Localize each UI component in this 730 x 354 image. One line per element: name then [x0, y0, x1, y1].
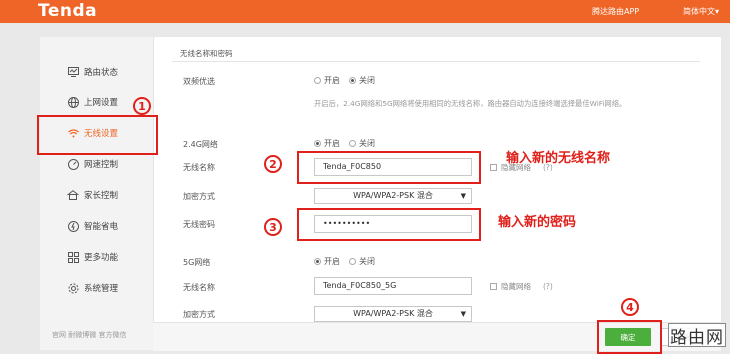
- band24-password-label: 无线密码: [183, 220, 215, 229]
- band5-on-option[interactable]: 开启: [314, 256, 340, 267]
- band5-encryption-label: 加密方式: [183, 310, 215, 319]
- globe-icon: [67, 96, 79, 108]
- sidebar-item-power-saving[interactable]: 智能省电: [67, 219, 118, 233]
- checkbox-icon[interactable]: [490, 283, 497, 290]
- sidebar-item-label: 网速控制: [84, 160, 119, 170]
- gear-icon: [67, 282, 79, 294]
- power-saving-icon: [67, 220, 79, 232]
- radio-icon[interactable]: [349, 140, 356, 147]
- home-icon: [67, 189, 79, 201]
- help-icon[interactable]: (?): [543, 282, 553, 291]
- sidebar-item-label: 系统管理: [84, 284, 119, 294]
- sidebar-item-label: 家长控制: [84, 191, 119, 201]
- sidebar-item-label: 智能省电: [84, 222, 119, 232]
- highlight-box-password: [297, 208, 481, 241]
- highlight-box-ssid: [297, 151, 481, 184]
- sidebar-footer-links[interactable]: 官网 耐微博微 官方微信: [52, 330, 126, 340]
- grid-icon: [67, 251, 79, 263]
- top-bar: Tenda 腾达路由APP 简体中文▾: [0, 0, 730, 23]
- sidebar-item-label: 路由状态: [84, 68, 119, 78]
- checkbox-icon[interactable]: [490, 164, 497, 171]
- band5-radio-group: 开启 关闭: [314, 256, 384, 267]
- radio-icon[interactable]: [349, 258, 356, 265]
- divider: [172, 61, 700, 62]
- band5-hide-network[interactable]: 隐藏网络 (?): [490, 281, 553, 292]
- band24-ssid-label: 无线名称: [183, 163, 215, 172]
- band24-label: 2.4G网络: [183, 140, 218, 149]
- step-number-2: 2: [264, 155, 282, 173]
- band24-encryption-select[interactable]: WPA/WPA2-PSK 混合 ▼: [314, 188, 472, 204]
- sidebar-item-router-status[interactable]: 路由状态: [67, 65, 118, 79]
- password-instruction: 输入新的密码: [498, 215, 577, 230]
- radio-selected-icon[interactable]: [349, 77, 356, 84]
- band24-on-option[interactable]: 开启: [314, 138, 340, 149]
- band24-radio-group: 开启 关闭: [314, 138, 384, 149]
- step-number-1: 1: [133, 97, 151, 115]
- band5-encryption-select[interactable]: WPA/WPA2-PSK 混合 ▼: [314, 306, 472, 322]
- highlight-box-ok: [597, 320, 662, 354]
- band24-encryption-label: 加密方式: [183, 192, 215, 201]
- dual-band-hint: 开启后，2.4G网络和5G网络将使用相同的无线名称，路由器自动为连接终端选择最佳…: [314, 99, 627, 108]
- dual-band-on-option[interactable]: 开启: [314, 75, 340, 86]
- sidebar-item-more-functions[interactable]: 更多功能: [67, 250, 118, 264]
- chevron-down-icon: ▼: [460, 192, 466, 200]
- tenda-logo[interactable]: Tenda: [38, 1, 97, 21]
- dual-band-off-option[interactable]: 关闭: [349, 75, 375, 86]
- sidebar-item-label: 更多功能: [84, 253, 119, 263]
- band5-off-option[interactable]: 关闭: [349, 256, 375, 267]
- sidebar-item-speed-control[interactable]: 网速控制: [67, 157, 118, 171]
- language-selector[interactable]: 简体中文▾: [683, 6, 719, 17]
- sidebar-item-internet-settings[interactable]: 上网设置: [67, 95, 118, 109]
- radio-icon[interactable]: [314, 77, 321, 84]
- dual-band-radio-group: 开启 关闭: [314, 75, 384, 86]
- highlight-box-wireless: [37, 115, 158, 155]
- step-number-4: 4: [621, 298, 639, 316]
- speed-gauge-icon: [67, 158, 79, 170]
- app-link[interactable]: 腾达路由APP: [592, 6, 639, 17]
- sidebar-item-label: 上网设置: [84, 98, 119, 108]
- dual-band-label: 双频优选: [183, 77, 215, 86]
- ssid-instruction: 输入新的无线名称: [506, 151, 611, 166]
- radio-selected-icon[interactable]: [314, 258, 321, 265]
- step-number-3: 3: [264, 218, 282, 236]
- section-title: 无线名称和密码: [180, 49, 233, 58]
- band5-ssid-input[interactable]: Tenda_F0C850_5G: [314, 277, 472, 295]
- band24-off-option[interactable]: 关闭: [349, 138, 375, 149]
- sidebar-item-parental-control[interactable]: 家长控制: [67, 188, 118, 202]
- radio-selected-icon[interactable]: [314, 140, 321, 147]
- band5-label: 5G网络: [183, 258, 211, 267]
- chevron-down-icon: ▼: [460, 310, 466, 318]
- sidebar-item-system-management[interactable]: 系统管理: [67, 281, 118, 295]
- band5-ssid-label: 无线名称: [183, 283, 215, 292]
- monitor-icon: [67, 66, 79, 78]
- watermark: 路由网: [668, 323, 726, 348]
